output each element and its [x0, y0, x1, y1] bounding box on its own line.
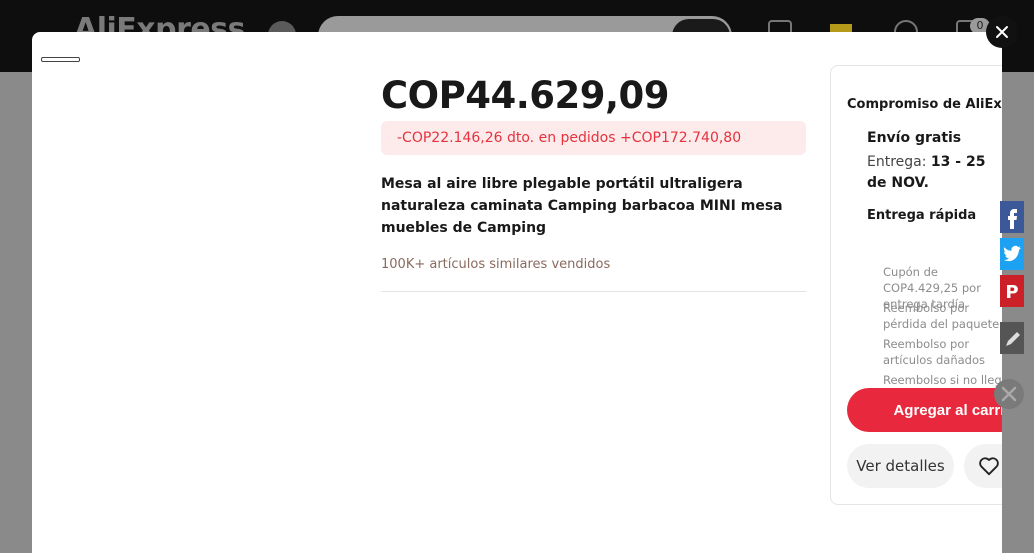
delivery-label: Entrega:: [867, 154, 931, 170]
wishlist-button[interactable]: [964, 444, 1002, 488]
delivery-estimate: Entrega: 13 - 25 de NOV.: [867, 152, 1002, 194]
twitter-icon: [1003, 245, 1021, 262]
view-details-button[interactable]: Ver detalles: [847, 444, 954, 488]
close-icon: [1001, 386, 1017, 402]
product-quickview-modal: COP44.629,09 -COP22.146,26 dto. en pedid…: [32, 32, 1002, 553]
heart-icon: [979, 457, 999, 476]
share-twitter-button[interactable]: [1000, 238, 1024, 270]
product-price: COP44.629,09: [381, 74, 670, 117]
promo-banner: -COP22.146,26 dto. en pedidos +COP172.74…: [381, 121, 806, 155]
add-to-cart-button[interactable]: Agregar al carrito: [847, 388, 1002, 432]
commitment-heading: Compromiso de AliExpress: [847, 97, 1002, 112]
share-pinterest-button[interactable]: P: [1000, 275, 1024, 307]
share-edit-button[interactable]: [1000, 322, 1024, 354]
benefit-item: Reembolso por artículos dañados: [883, 337, 985, 367]
pinterest-icon: P: [1005, 282, 1018, 303]
commitment-card: Compromiso de AliExpress Envío gratis En…: [830, 65, 1002, 505]
edit-icon: [1006, 332, 1020, 346]
modal-close-button[interactable]: [986, 16, 1018, 48]
share-facebook-button[interactable]: [1000, 201, 1024, 233]
svg-text:P: P: [1005, 282, 1018, 303]
sold-count: 100K+ artículos similares vendidos: [381, 257, 611, 272]
share-close-button[interactable]: [994, 379, 1024, 409]
image-thumbnail-indicator[interactable]: [41, 57, 80, 62]
close-icon: [996, 26, 1008, 38]
shipping-title: Envío gratis: [867, 130, 962, 146]
facebook-icon: [1008, 209, 1017, 229]
fast-delivery-title: Entrega rápida: [867, 208, 977, 223]
divider: [381, 291, 806, 292]
benefit-item: Reembolso por pérdida del paquete: [883, 301, 1000, 331]
product-title[interactable]: Mesa al aire libre plegable portátil ult…: [381, 173, 801, 239]
